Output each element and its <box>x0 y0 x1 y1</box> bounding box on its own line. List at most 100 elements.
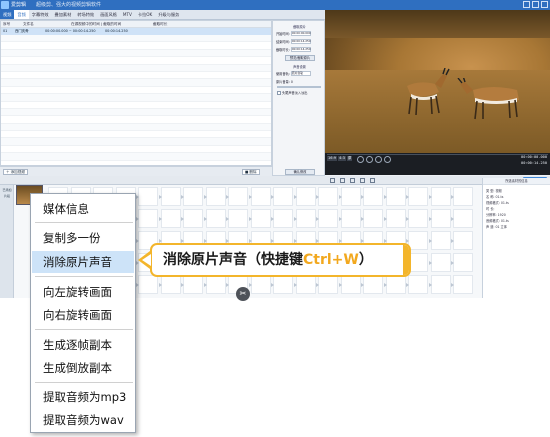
tab-karaoke[interactable]: 卡拉OK <box>135 10 155 19</box>
maximize-icon[interactable] <box>532 1 539 8</box>
timeline-cell[interactable] <box>408 275 428 294</box>
menu-item-extract-mp3[interactable]: 提取音频为mp3 <box>32 386 134 408</box>
tab-mtv[interactable]: MTV <box>120 10 135 19</box>
timeline-cell[interactable] <box>363 209 383 228</box>
playback-progress[interactable] <box>327 154 548 155</box>
timeline-cell[interactable] <box>453 209 473 228</box>
timeline-cell[interactable] <box>250 209 271 228</box>
timeline-cell[interactable] <box>160 187 181 206</box>
timeline-cell[interactable] <box>228 187 248 206</box>
timeline-cell[interactable] <box>430 187 451 206</box>
close-icon[interactable] <box>541 1 548 8</box>
tab-audio[interactable]: 音频 <box>14 10 29 19</box>
zoom-in-icon[interactable] <box>360 178 365 183</box>
start-time-input[interactable]: 00:00:00.000 <box>290 31 311 36</box>
file-row-selected[interactable]: 01 西门庆骨 00:00:00.000 ~ 00:00:14.250 00:0… <box>1 28 271 35</box>
timeline-cell[interactable] <box>318 275 338 294</box>
timeline-cell[interactable] <box>273 209 293 228</box>
timeline-cell[interactable] <box>138 187 158 206</box>
timeline-cell[interactable] <box>430 275 451 294</box>
menu-item-rotate-left[interactable]: 向左旋转画面 <box>32 281 134 303</box>
timeline-cell[interactable] <box>138 209 158 228</box>
timeline-cell[interactable] <box>363 187 383 206</box>
checkbox-icon[interactable] <box>277 90 281 95</box>
timeline-cell[interactable] <box>363 275 383 294</box>
delete-button[interactable]: ■ 删除 <box>242 169 260 175</box>
ratio-4-3-button[interactable]: 4:3 <box>338 156 346 161</box>
timeline-cell[interactable] <box>205 209 226 228</box>
timeline-cell[interactable] <box>408 209 428 228</box>
timeline-cell[interactable] <box>183 187 203 206</box>
confirm-button[interactable]: 确认修改 <box>285 169 315 175</box>
menu-item-duplicate[interactable]: 复制多一份 <box>32 227 134 249</box>
snapshot-icon[interactable] <box>350 178 355 183</box>
tab-upgrade[interactable]: 升级与服务 <box>155 10 182 19</box>
timeline-cell[interactable] <box>408 187 428 206</box>
tab-overlay[interactable]: 叠加素材 <box>52 10 75 19</box>
play-icon[interactable] <box>366 156 373 163</box>
timeline-cell[interactable] <box>385 187 406 206</box>
timeline-cell[interactable] <box>205 187 226 206</box>
timeline-cell[interactable] <box>183 209 203 228</box>
timeline-cell[interactable] <box>295 275 316 294</box>
tab-transition[interactable]: 转场特效 <box>74 10 97 19</box>
timeline-cell[interactable] <box>273 275 293 294</box>
timeline-cell[interactable] <box>340 275 361 294</box>
menu-item-extract-wav[interactable]: 提取音频为wav <box>32 409 134 431</box>
timeline-cell[interactable] <box>205 275 226 294</box>
next-frame-icon[interactable] <box>384 156 391 163</box>
info-line: 声 道: 01 立体 <box>486 225 507 229</box>
timeline-cell[interactable] <box>340 187 361 206</box>
timeline-cell[interactable] <box>295 187 316 206</box>
minimize-icon[interactable] <box>523 1 530 8</box>
timeline-cell[interactable] <box>385 209 406 228</box>
timeline-cell[interactable] <box>430 253 451 272</box>
duration-input[interactable]: 00:00:14.250 <box>290 47 311 52</box>
video-preview[interactable] <box>325 10 550 153</box>
menu-item-reverse-copy[interactable]: 生成倒放副本 <box>32 357 134 379</box>
timeline-cell[interactable] <box>408 231 428 250</box>
menu-item-frame-copy[interactable]: 生成逐帧副本 <box>32 334 134 356</box>
fade-checkbox[interactable]: 头尾声音淡入淡出 <box>277 90 308 95</box>
prev-frame-icon[interactable] <box>357 156 364 163</box>
timeline-cell[interactable] <box>453 231 473 250</box>
timeline-cell[interactable] <box>273 187 293 206</box>
tab-style[interactable]: 画面风格 <box>97 10 120 19</box>
timeline-cell[interactable] <box>408 253 428 272</box>
timeline-cell[interactable] <box>228 209 248 228</box>
timeline-cell[interactable] <box>430 231 451 250</box>
stop-icon[interactable] <box>375 156 382 163</box>
menu-item-media-info[interactable]: 媒体信息 <box>32 198 134 220</box>
timeline-cell[interactable] <box>453 187 473 206</box>
zoom-out-icon[interactable] <box>370 178 375 183</box>
menu-item-remove-audio[interactable]: 消除原片声音 <box>32 251 134 273</box>
callout-shortcut: Ctrl+W <box>303 252 359 268</box>
audio-track-select[interactable]: 原片音轨 <box>290 71 311 76</box>
timeline-cell[interactable] <box>183 275 203 294</box>
timeline-cell[interactable] <box>430 209 451 228</box>
tab-video[interactable]: 视频 <box>0 10 15 19</box>
timeline-cell[interactable] <box>340 209 361 228</box>
timeline-cell[interactable] <box>160 209 181 228</box>
scissors-icon[interactable]: ✂ <box>236 287 250 301</box>
timeline-cell[interactable] <box>318 187 338 206</box>
timeline-cell[interactable] <box>250 275 271 294</box>
timeline-cell[interactable] <box>160 275 181 294</box>
tab-subtitle[interactable]: 字幕特效 <box>29 10 52 19</box>
timeline-cell[interactable] <box>385 275 406 294</box>
timeline-cell[interactable] <box>295 209 316 228</box>
ratio-16-9-button[interactable]: 16:9 <box>327 156 338 161</box>
add-video-button[interactable]: ＋添加视频 <box>3 169 28 175</box>
redo-icon[interactable] <box>340 178 345 183</box>
preview-clip-button[interactable]: 预览/截取原片 <box>285 55 315 61</box>
timeline-cell[interactable] <box>453 253 473 272</box>
timeline-cell[interactable] <box>138 275 158 294</box>
end-time-input[interactable]: 00:00:14.250 <box>290 39 311 44</box>
timeline-cell[interactable] <box>453 275 473 294</box>
volume-slider[interactable] <box>277 86 321 88</box>
ratio-original-button[interactable]: 原 <box>346 156 353 161</box>
timeline-cell[interactable] <box>318 209 338 228</box>
timeline-cell[interactable] <box>250 187 271 206</box>
menu-item-rotate-right[interactable]: 向右旋转画面 <box>32 304 134 326</box>
undo-icon[interactable] <box>330 178 335 183</box>
